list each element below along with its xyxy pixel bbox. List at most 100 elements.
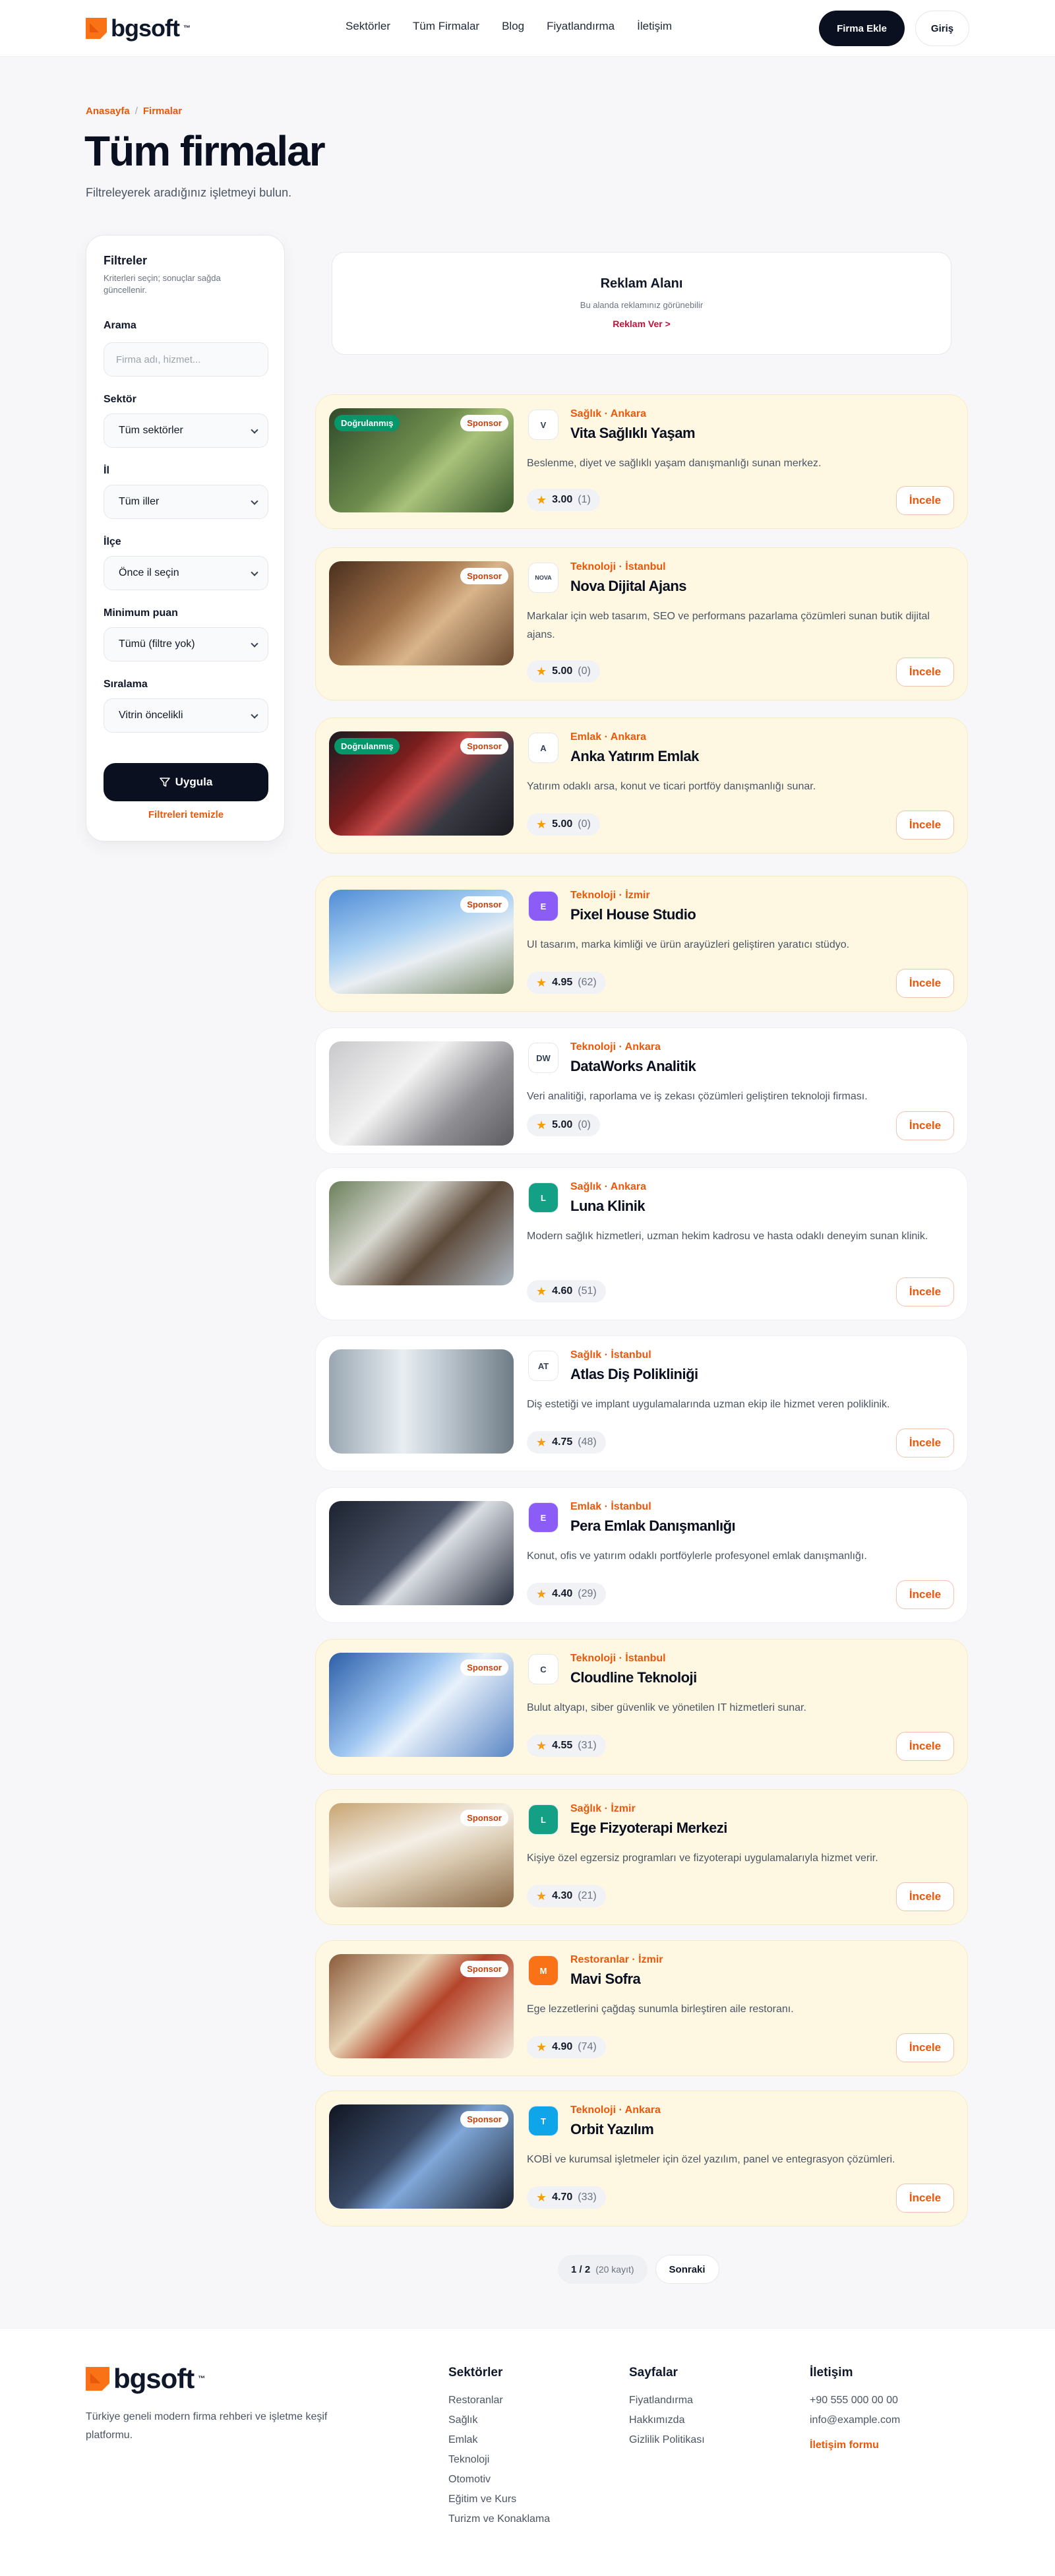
firm-card[interactable]: E Emlak · İstanbul Pera Emlak Danışmanlı… [315, 1487, 968, 1623]
firm-image[interactable]: Sponsor [329, 1954, 514, 2058]
firm-card[interactable]: AT Sağlık · İstanbul Atlas Diş Poliklini… [315, 1335, 968, 1471]
view-firm-button[interactable]: İncele [896, 811, 954, 840]
firm-rating: ★ 4.40 (29) [527, 1583, 606, 1605]
star-icon: ★ [536, 2040, 547, 2054]
view-firm-button[interactable]: İncele [896, 1428, 954, 1457]
firm-card[interactable]: Sponsor C Teknoloji · İstanbul Cloudline… [315, 1639, 968, 1775]
firm-name[interactable]: Cloudline Teknoloji [570, 1669, 697, 1686]
firm-card[interactable]: Sponsor T Teknoloji · Ankara Orbit Yazıl… [315, 2091, 968, 2226]
sector-select[interactable]: Tüm sektörler [104, 414, 268, 448]
star-icon: ★ [536, 664, 547, 678]
firm-name[interactable]: Atlas Diş Polikliniği [570, 1366, 698, 1383]
firm-card[interactable]: Doğrulanmış Sponsor A Emlak · Ankara Ank… [315, 718, 968, 853]
view-firm-button[interactable]: İncele [896, 1882, 954, 1911]
firm-card[interactable]: Sponsor E Teknoloji · İzmir Pixel House … [315, 876, 968, 1012]
brand-name: bgsoft [111, 15, 180, 42]
add-firm-button[interactable]: Firma Ekle [819, 11, 905, 46]
firm-name[interactable]: Vita Sağlıklı Yaşam [570, 425, 696, 442]
firm-image[interactable]: Sponsor [329, 890, 514, 994]
breadcrumb-home[interactable]: Anasayfa [86, 106, 130, 117]
footer-link[interactable]: Otomotiv [448, 2474, 550, 2486]
firm-card[interactable]: L Sağlık · Ankara Luna Klinik Modern sağ… [315, 1167, 968, 1320]
min-rating-select-value: Tümü (filtre yok) [119, 638, 195, 650]
firm-name[interactable]: Ege Fizyoterapi Merkezi [570, 1820, 727, 1837]
footer-link[interactable]: Gizlilik Politikası [629, 2434, 705, 2446]
firm-name[interactable]: Orbit Yazılım [570, 2121, 654, 2138]
footer-contact-form-link[interactable]: İletişim formu [810, 2439, 900, 2451]
search-label: Arama [104, 320, 136, 331]
brand-logo[interactable]: bgsoft ™ [86, 15, 191, 42]
view-firm-button[interactable]: İncele [896, 658, 954, 687]
ad-cta-link[interactable]: Reklam Ver > [332, 319, 951, 329]
min-rating-select[interactable]: Tümü (filtre yok) [104, 627, 268, 661]
firm-card[interactable]: Sponsor L Sağlık · İzmir Ege Fizyoterapi… [315, 1789, 968, 1925]
footer-link[interactable]: Sağlık [448, 2414, 550, 2426]
firm-image[interactable]: Sponsor [329, 1803, 514, 1907]
district-select[interactable]: Önce il seçin [104, 556, 268, 590]
firm-name[interactable]: Luna Klinik [570, 1198, 646, 1215]
firm-name[interactable]: Anka Yatırım Emlak [570, 748, 699, 765]
view-firm-button[interactable]: İncele [896, 1111, 954, 1140]
footer-email[interactable]: info@example.com [810, 2414, 900, 2426]
firm-image[interactable] [329, 1349, 514, 1454]
firm-image[interactable]: Doğrulanmış Sponsor [329, 408, 514, 512]
firm-rating: ★ 4.70 (33) [527, 2186, 606, 2209]
firm-card[interactable]: DW Teknoloji · Ankara DataWorks Analitik… [315, 1027, 968, 1154]
firm-image[interactable]: Sponsor [329, 2104, 514, 2209]
apply-filters-button[interactable]: Uygula [104, 763, 268, 801]
footer-link[interactable]: Turizm ve Konaklama [448, 2513, 550, 2525]
firm-card[interactable]: Sponsor M Restoranlar · İzmir Mavi Sofra… [315, 1940, 968, 2076]
review-count: (33) [578, 2192, 597, 2203]
next-page-button[interactable]: Sonraki [655, 2255, 719, 2284]
firm-name[interactable]: Pixel House Studio [570, 906, 696, 923]
firm-rating: ★ 5.00 (0) [527, 1114, 600, 1136]
firm-image[interactable] [329, 1181, 514, 1285]
footer-link[interactable]: Fiyatlandırma [629, 2395, 705, 2407]
firm-image[interactable]: Sponsor [329, 561, 514, 665]
sort-select[interactable]: Vitrin öncelikli [104, 698, 268, 733]
firm-image[interactable]: Sponsor [329, 1653, 514, 1757]
view-firm-button[interactable]: İncele [896, 1277, 954, 1306]
view-firm-button[interactable]: İncele [896, 969, 954, 998]
firm-description: Konut, ofis ve yatırım odaklı portföyler… [527, 1550, 867, 1562]
footer-phone[interactable]: +90 555 000 00 00 [810, 2395, 900, 2407]
firm-category: Emlak · İstanbul [570, 1501, 651, 1512]
view-firm-button[interactable]: İncele [896, 1732, 954, 1761]
firm-name[interactable]: Nova Dijital Ajans [570, 578, 687, 595]
footer-link[interactable]: Eğitim ve Kurs [448, 2494, 550, 2505]
footer-link[interactable]: Restoranlar [448, 2395, 550, 2407]
firm-image[interactable]: Doğrulanmış Sponsor [329, 731, 514, 836]
firm-rating: ★ 4.55 (31) [527, 1734, 606, 1757]
firm-card[interactable]: Doğrulanmış Sponsor V Sağlık · Ankara Vi… [315, 394, 968, 529]
search-input[interactable]: Firma adı, hizmet... [104, 342, 268, 377]
ad-title: Reklam Alanı [600, 276, 683, 291]
view-firm-button[interactable]: İncele [896, 2033, 954, 2062]
firm-name[interactable]: Pera Emlak Danışmanlığı [570, 1518, 736, 1535]
login-button[interactable]: Giriş [915, 11, 969, 46]
footer-link[interactable]: Hakkımızda [629, 2414, 705, 2426]
firm-description: Veri analitiği, raporlama ve iş zekası ç… [527, 1091, 868, 1102]
firm-image[interactable] [329, 1041, 514, 1146]
firm-card[interactable]: Sponsor NOVA Teknoloji · İstanbul Nova D… [315, 547, 968, 700]
rating-value: 4.90 [552, 2041, 573, 2052]
view-firm-button[interactable]: İncele [896, 2184, 954, 2213]
view-firm-button[interactable]: İncele [896, 486, 954, 515]
nav-sectors[interactable]: Sektörler [346, 20, 390, 33]
view-firm-button[interactable]: İncele [896, 1580, 954, 1609]
footer-brand-logo[interactable]: bgsoft ™ [86, 2363, 205, 2395]
city-select[interactable]: Tüm iller [104, 485, 268, 519]
nav-pricing[interactable]: Fiyatlandırma [547, 20, 615, 33]
nav-all-firms[interactable]: Tüm Firmalar [413, 20, 479, 33]
nav-blog[interactable]: Blog [502, 20, 524, 33]
star-icon: ★ [536, 2190, 547, 2204]
rating-value: 4.75 [552, 1436, 573, 1448]
clear-filters-link[interactable]: Filtreleri temizle [104, 809, 268, 820]
nav-contact[interactable]: İletişim [637, 20, 672, 33]
firm-image[interactable] [329, 1501, 514, 1605]
rating-value: 5.00 [552, 818, 573, 830]
footer-link[interactable]: Teknoloji [448, 2454, 550, 2466]
firm-name[interactable]: DataWorks Analitik [570, 1058, 696, 1075]
firm-name[interactable]: Mavi Sofra [570, 1971, 641, 1988]
footer-link[interactable]: Emlak [448, 2434, 550, 2446]
firm-description: Beslenme, diyet ve sağlıklı yaşam danışm… [527, 458, 822, 469]
